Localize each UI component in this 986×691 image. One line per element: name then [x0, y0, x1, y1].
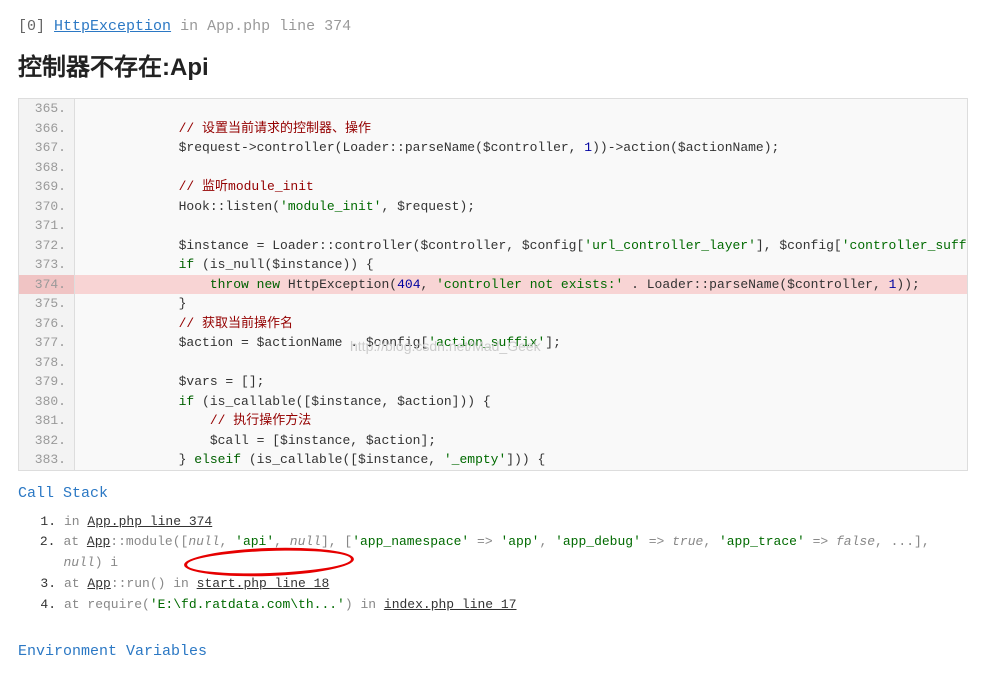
code-line: 373. if (is_null($instance)) {: [19, 255, 967, 275]
call-stack-number: 2.: [36, 532, 55, 574]
line-content: if (is_null($instance)) {: [75, 255, 967, 275]
call-stack-content: at require('E:\fd.ratdata.com\th...') in…: [64, 595, 517, 616]
line-content: $call = [$instance, $action];: [75, 431, 967, 451]
line-content: [75, 353, 967, 373]
code-line: 366. // 设置当前请求的控制器、操作: [19, 119, 967, 139]
code-line: 383. } elseif (is_callable([$instance, '…: [19, 450, 967, 470]
exception-name[interactable]: HttpException: [54, 18, 171, 35]
line-content: [75, 158, 967, 178]
call-stack-item: 1. in App.php line 374: [36, 512, 968, 533]
line-number: 377.: [19, 333, 75, 353]
exception-header: [0] HttpException in App.php line 374: [18, 18, 968, 35]
code-line: 369. // 监听module_init: [19, 177, 967, 197]
line-number: 373.: [19, 255, 75, 275]
line-number: 383.: [19, 450, 75, 470]
exception-index: [0]: [18, 18, 45, 35]
line-number: 376.: [19, 314, 75, 334]
line-content: if (is_callable([$instance, $action])) {: [75, 392, 967, 412]
line-content: // 执行操作方法: [75, 411, 967, 431]
call-stack-item: 3. at App::run() in start.php line 18: [36, 574, 968, 595]
line-content: [75, 99, 967, 119]
call-stack-number: 3.: [36, 574, 56, 595]
line-content: throw new HttpException(404, 'controller…: [75, 275, 967, 295]
line-number: 382.: [19, 431, 75, 451]
line-number: 375.: [19, 294, 75, 314]
line-content: // 获取当前操作名: [75, 314, 967, 334]
code-line: 367. $request->controller(Loader::parseN…: [19, 138, 967, 158]
line-number: 369.: [19, 177, 75, 197]
call-stack-number: 1.: [36, 512, 56, 533]
call-stack-list: 1.in App.php line 3742.at App::module([n…: [36, 512, 968, 616]
line-content: } elseif (is_callable([$instance, '_empt…: [75, 450, 967, 470]
line-content: // 设置当前请求的控制器、操作: [75, 119, 967, 139]
code-line: 365.: [19, 99, 967, 119]
in-label: in: [180, 18, 198, 35]
code-line: 371.: [19, 216, 967, 236]
code-line: 378.: [19, 353, 967, 373]
line-number: 367.: [19, 138, 75, 158]
line-number: 374.: [19, 275, 75, 295]
line-number: 368.: [19, 158, 75, 178]
line-content: $vars = [];: [75, 372, 967, 392]
code-line: 374. throw new HttpException(404, 'contr…: [19, 275, 967, 295]
line-content: // 监听module_init: [75, 177, 967, 197]
line-content: Hook::listen('module_init', $request);: [75, 197, 967, 217]
line-content: $request->controller(Loader::parseName($…: [75, 138, 967, 158]
code-line: 381. // 执行操作方法: [19, 411, 967, 431]
code-line: 382. $call = [$instance, $action];: [19, 431, 967, 451]
call-stack-title: Call Stack: [18, 485, 968, 502]
line-content: }: [75, 294, 967, 314]
call-stack-number: 4.: [36, 595, 56, 616]
line-number: 381.: [19, 411, 75, 431]
code-line: 376. // 获取当前操作名: [19, 314, 967, 334]
code-line: 370. Hook::listen('module_init', $reques…: [19, 197, 967, 217]
line-number: 372.: [19, 236, 75, 256]
line-number: 378.: [19, 353, 75, 373]
file-location: App.php line 374: [207, 18, 351, 35]
call-stack-content: at App::run() in start.php line 18: [64, 574, 329, 595]
source-code-block: 365.366. // 设置当前请求的控制器、操作367. $request->…: [18, 98, 968, 471]
code-line: 368.: [19, 158, 967, 178]
line-number: 380.: [19, 392, 75, 412]
line-content: $instance = Loader::controller($controll…: [75, 236, 967, 256]
line-content: [75, 216, 967, 236]
line-number: 370.: [19, 197, 75, 217]
error-message: 控制器不存在:Api: [18, 47, 968, 82]
line-content: $action = $actionName . $config['action_…: [75, 333, 967, 353]
code-line: 377. $action = $actionName . $config['ac…: [19, 333, 967, 353]
env-vars-title: Environment Variables: [18, 643, 968, 660]
line-number: 371.: [19, 216, 75, 236]
code-line: 372. $instance = Loader::controller($con…: [19, 236, 967, 256]
code-line: 379. $vars = [];: [19, 372, 967, 392]
line-number: 366.: [19, 119, 75, 139]
line-number: 365.: [19, 99, 75, 119]
call-stack-content: in App.php line 374: [64, 512, 212, 533]
code-line: 380. if (is_callable([$instance, $action…: [19, 392, 967, 412]
call-stack-content: at App::module([null, 'api', null], ['ap…: [63, 532, 968, 574]
code-line: 375. }: [19, 294, 967, 314]
line-number: 379.: [19, 372, 75, 392]
call-stack-item: 2.at App::module([null, 'api', null], ['…: [36, 532, 968, 574]
call-stack-item: 4. at require('E:\fd.ratdata.com\th...') …: [36, 595, 968, 616]
